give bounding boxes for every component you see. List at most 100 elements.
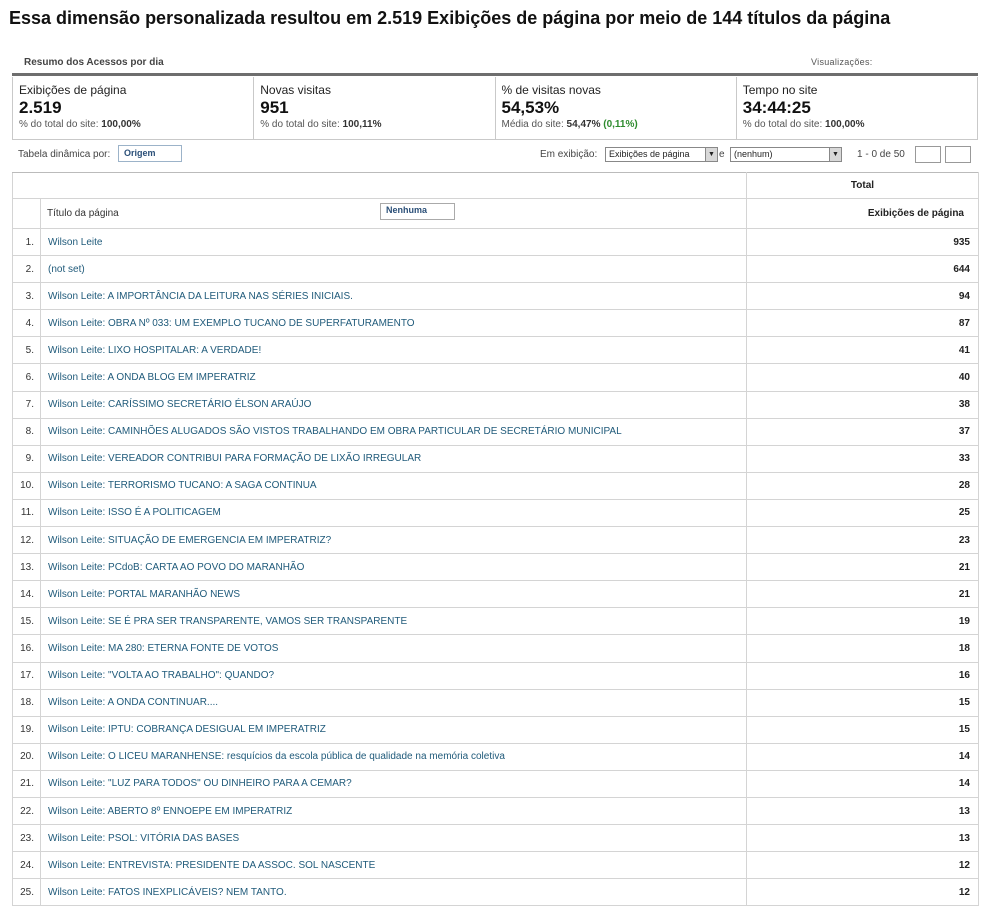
column-header-page-title[interactable]: Título da página Nenhuma: [40, 198, 747, 229]
row-index: 16.: [12, 634, 41, 663]
page-headline: Essa dimensão personalizada resultou em …: [9, 8, 891, 28]
row-page-title-link[interactable]: Wilson Leite: O LICEU MARANHENSE: resquí…: [40, 742, 747, 771]
metric-pageviews: Exibições de página 2.519 % do total do …: [13, 77, 255, 139]
next-page-button[interactable]: [945, 146, 971, 163]
row-page-title-link[interactable]: Wilson Leite: A IMPORTÂNCIA DA LEITURA N…: [40, 282, 747, 311]
row-page-title-link[interactable]: Wilson Leite: VEREADOR CONTRIBUI PARA FO…: [40, 444, 747, 473]
row-index: 11.: [12, 498, 41, 528]
metric-sub-prefix: % do total do site:: [742, 119, 823, 130]
metric-sub-delta: (0,11%): [603, 119, 638, 130]
secondary-dimension-select[interactable]: Nenhuma: [380, 203, 455, 220]
header-index-cell: [12, 198, 41, 229]
pivot-label: Tabela dinâmica por:: [18, 149, 111, 160]
row-pageviews: 19: [746, 607, 979, 636]
table-row: 22. Wilson Leite: ABERTO 8º ENNOEPE EM IM…: [12, 796, 979, 826]
table-row: 19. Wilson Leite: IPTU: COBRANÇA DESIGUAL…: [12, 715, 979, 744]
column-title-label: Título da página: [47, 208, 119, 219]
row-index: 2.: [12, 255, 41, 284]
row-pageviews: 37: [746, 417, 979, 446]
display-label: Em exibição:: [540, 149, 598, 160]
row-index: 1.: [12, 227, 41, 257]
and-label: e: [719, 149, 725, 160]
table-row: 12. Wilson Leite: SITUAÇÃO DE EMERGENCIA …: [12, 526, 979, 555]
table-row: 3. Wilson Leite: A IMPORTÂNCIA DA LEITURA…: [12, 282, 979, 311]
report-table-wrap: Total Título da página Nenhuma Exibições…: [12, 172, 979, 907]
row-page-title-link[interactable]: Wilson Leite: PSOL: VITÓRIA DAS BASES: [40, 824, 747, 853]
metric-name: Tempo no site: [742, 83, 818, 97]
metric-sub-value: 54,47%: [566, 119, 601, 130]
row-page-title-link[interactable]: Wilson Leite: SE É PRA SER TRANSPARENTE,…: [40, 607, 747, 636]
pivot-select[interactable]: Origem: [118, 145, 182, 162]
second-metric-value: (nenhum): [734, 149, 773, 159]
row-page-title-link[interactable]: Wilson Leite: [40, 227, 747, 257]
metric-new-visits: Novas visitas 951 % do total do site: 10…: [254, 77, 496, 139]
row-pageviews: 12: [746, 878, 979, 907]
row-index: 22.: [12, 796, 41, 826]
metric-sub-prefix: Média do site:: [501, 119, 564, 130]
row-page-title-link[interactable]: Wilson Leite: PORTAL MARANHÃO NEWS: [40, 580, 747, 609]
second-metric-select[interactable]: (nenhum) ▼: [730, 147, 842, 162]
metric-sub: % do total do site: 100,11%: [260, 119, 488, 130]
table-row: 13. Wilson Leite: PCdoB: CARTA AO POVO DO…: [12, 553, 979, 582]
row-page-title-link[interactable]: Wilson Leite: A ONDA BLOG EM IMPERATRIZ: [40, 363, 747, 392]
row-page-title-link[interactable]: Wilson Leite: "VOLTA AO TRABALHO": QUAND…: [40, 661, 747, 690]
table-row: 15. Wilson Leite: SE É PRA SER TRANSPAREN…: [12, 607, 979, 636]
metric-sub-prefix: % do total do site:: [19, 119, 99, 130]
row-pageviews: 38: [746, 390, 979, 419]
metric-name: Novas visitas: [260, 83, 331, 97]
row-page-title-link[interactable]: Wilson Leite: MA 280: ETERNA FONTE DE VO…: [40, 634, 747, 663]
table-row: 4. Wilson Leite: OBRA Nº 033: UM EXEMPLO …: [12, 309, 979, 338]
metric-name: Exibições de página: [19, 83, 127, 97]
table-row: 18. Wilson Leite: A ONDA CONTINUAR.... 15: [12, 688, 979, 717]
table-body: 1. Wilson Leite 935 2. (not set) 644 3. Wilson …: [12, 227, 979, 907]
row-page-title-link[interactable]: Wilson Leite: ENTREVISTA: PRESIDENTE DA …: [40, 851, 747, 880]
row-page-title-link[interactable]: Wilson Leite: FATOS INEXPLICÁVEIS? NEM T…: [40, 878, 747, 907]
summary-header: Resumo dos Acessos por dia Visualizações…: [12, 56, 978, 76]
row-pageviews: 28: [746, 471, 979, 500]
row-page-title-link[interactable]: Wilson Leite: ISSO É A POLITICAGEM: [40, 498, 747, 528]
row-page-title-link[interactable]: Wilson Leite: IPTU: COBRANÇA DESIGUAL EM…: [40, 715, 747, 744]
table-row: 10. Wilson Leite: TERRORISMO TUCANO: A SA…: [12, 471, 979, 500]
display-metric-select[interactable]: Exibições de página ▼: [605, 147, 718, 162]
row-index: 24.: [12, 851, 41, 880]
row-pageviews: 33: [746, 444, 979, 473]
row-page-title-link[interactable]: (not set): [40, 255, 747, 284]
row-page-title-link[interactable]: Wilson Leite: A ONDA CONTINUAR....: [40, 688, 747, 717]
metric-sub-value: 100,11%: [342, 119, 382, 130]
row-page-title-link[interactable]: Wilson Leite: SITUAÇÃO DE EMERGENCIA EM …: [40, 526, 747, 555]
row-pageviews: 41: [746, 336, 979, 365]
report-controls: Tabela dinâmica por: Origem Em exibição:…: [12, 145, 978, 165]
row-index: 17.: [12, 661, 41, 690]
table-row: 17. Wilson Leite: "VOLTA AO TRABALHO": QU…: [12, 661, 979, 690]
row-page-title-link[interactable]: Wilson Leite: "LUZ PARA TODOS" OU DINHEI…: [40, 769, 747, 798]
table-row: 21. Wilson Leite: "LUZ PARA TODOS" OU DIN…: [12, 769, 979, 798]
table-row: 20. Wilson Leite: O LICEU MARANHENSE: res…: [12, 742, 979, 771]
prev-page-button[interactable]: [915, 146, 941, 163]
row-index: 20.: [12, 742, 41, 771]
row-page-title-link[interactable]: Wilson Leite: ABERTO 8º ENNOEPE EM IMPER…: [40, 796, 747, 826]
visualizations-label[interactable]: Visualizações:: [811, 57, 873, 67]
row-page-title-link[interactable]: Wilson Leite: TERRORISMO TUCANO: A SAGA …: [40, 471, 747, 500]
row-page-title-link[interactable]: Wilson Leite: PCdoB: CARTA AO POVO DO MA…: [40, 553, 747, 582]
table-row: 16. Wilson Leite: MA 280: ETERNA FONTE DE…: [12, 634, 979, 663]
row-index: 12.: [12, 526, 41, 555]
row-page-title-link[interactable]: Wilson Leite: CAMINHÕES ALUGADOS SÃO VIS…: [40, 417, 747, 446]
row-pageviews: 87: [746, 309, 979, 338]
row-index: 8.: [12, 417, 41, 446]
row-index: 3.: [12, 282, 41, 311]
display-metric-value: Exibições de página: [609, 149, 690, 159]
row-page-title-link[interactable]: Wilson Leite: CARÍSSIMO SECRETÁRIO ÉLSON…: [40, 390, 747, 419]
row-index: 23.: [12, 824, 41, 853]
metric-sub-value: 100,00%: [825, 119, 865, 130]
metric-value: 34:44:25: [742, 98, 811, 117]
row-page-title-link[interactable]: Wilson Leite: OBRA Nº 033: UM EXEMPLO TU…: [40, 309, 747, 338]
metric-sub: Média do site: 54,47% (0,11%): [502, 119, 730, 130]
row-index: 15.: [12, 607, 41, 636]
row-pageviews: 14: [746, 742, 979, 771]
row-pageviews: 18: [746, 634, 979, 663]
row-pageviews: 23: [746, 526, 979, 555]
summary-label: Resumo dos Acessos por dia: [24, 57, 164, 68]
row-index: 10.: [12, 471, 41, 500]
column-header-pageviews[interactable]: Exibições de página: [746, 198, 979, 229]
row-page-title-link[interactable]: Wilson Leite: LIXO HOSPITALAR: A VERDADE…: [40, 336, 747, 365]
